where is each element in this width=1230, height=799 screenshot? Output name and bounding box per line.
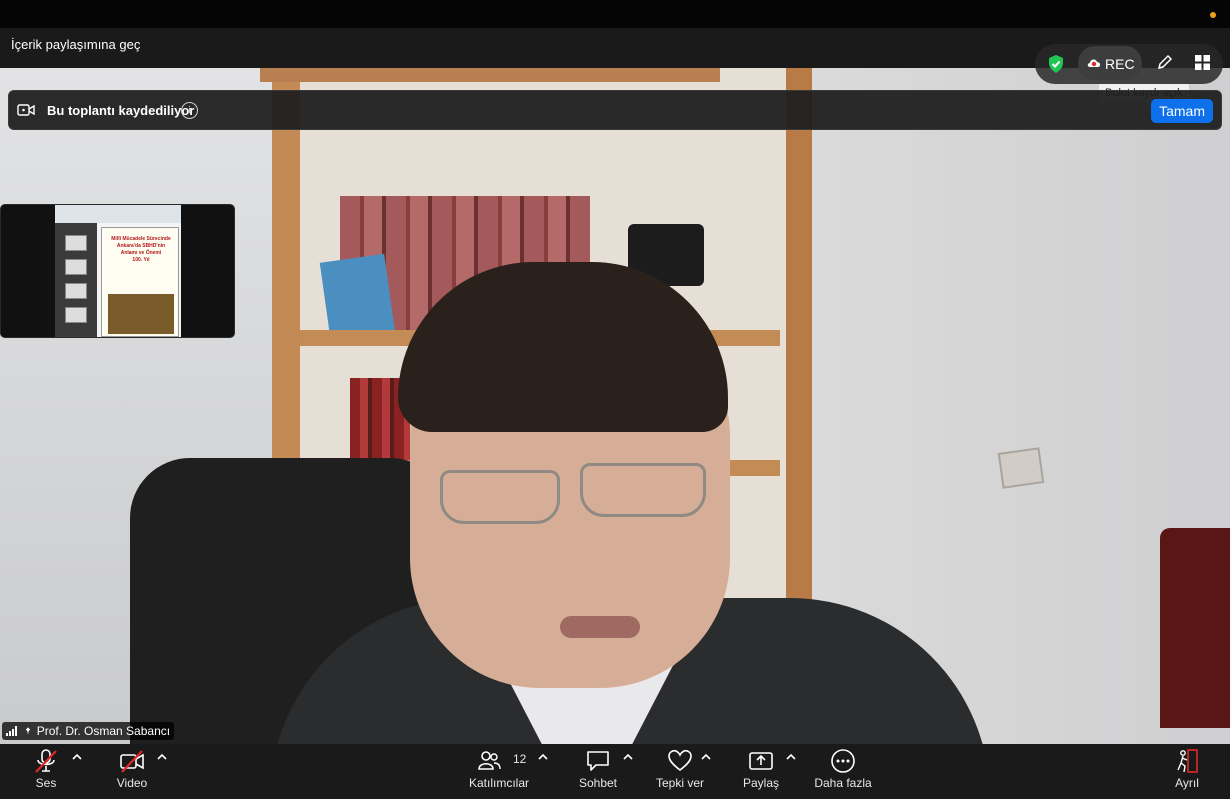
top-strip: [0, 0, 1230, 28]
presentation-slide: Millî Mücadele Sürecinde Ankara'da SBHD'…: [101, 227, 179, 337]
chevron-up-icon[interactable]: [700, 752, 712, 762]
indicator-dot: [1210, 12, 1216, 18]
leave-icon: [1177, 749, 1198, 773]
microphone-muted-icon: [35, 749, 57, 773]
heart-icon: [668, 749, 692, 772]
share-content-link[interactable]: İçerik paylaşımına geç: [11, 37, 140, 52]
slide-subtitle: 100. Yıl: [132, 257, 150, 263]
speaker-name: Prof. Dr. Osman Sabancı: [36, 724, 171, 738]
video-off-icon: [120, 750, 144, 773]
chat-icon: [587, 751, 609, 771]
leave-button[interactable]: Ayrıl: [1163, 744, 1211, 799]
audio-label: Ses: [35, 776, 57, 790]
video-button[interactable]: Video: [104, 744, 160, 799]
react-label: Tepki ver: [655, 776, 705, 790]
share-screen-icon: [749, 752, 773, 770]
chat-label: Sohbet: [578, 776, 618, 790]
pin-icon: [26, 727, 31, 735]
participants-button[interactable]: 12 Katılımcılar: [462, 744, 536, 799]
signal-icon: [6, 726, 17, 736]
more-button[interactable]: Daha fazla: [808, 744, 878, 799]
speaker-name-tag: Prof. Dr. Osman Sabancı: [2, 722, 175, 740]
camera-icon: [17, 104, 35, 116]
chevron-up-icon[interactable]: [622, 752, 634, 762]
slide-title: Millî Mücadele Sürecinde Ankara'da SBHD'…: [111, 236, 171, 256]
chevron-up-icon[interactable]: [537, 752, 549, 762]
cloud-icon: [1087, 59, 1101, 67]
ok-button[interactable]: Tamam: [1151, 99, 1213, 123]
shared-screen-thumbnail[interactable]: Millî Mücadele Sürecinde Ankara'da SBHD'…: [0, 204, 235, 338]
meeting-toolbar: Ses Video 12 Katılımcılar Sohbet Tepki v…: [0, 744, 1230, 799]
more-icon: [831, 749, 855, 773]
grid-icon[interactable]: [1195, 55, 1210, 70]
more-label: Daha fazla: [814, 776, 872, 790]
audio-button[interactable]: Ses: [18, 744, 74, 799]
recording-banner: Bu toplantı kaydediliyor i Tamam: [8, 90, 1222, 130]
rec-label: REC: [1105, 56, 1135, 72]
shield-icon[interactable]: [1047, 54, 1065, 74]
pen-icon[interactable]: [1156, 53, 1174, 71]
recording-banner-text: Bu toplantı kaydediliyor: [47, 103, 195, 118]
chevron-up-icon[interactable]: [71, 752, 83, 762]
speaker-video: [0, 68, 1230, 744]
info-icon[interactable]: i: [181, 102, 198, 119]
participants-label: Katılımcılar: [468, 776, 529, 790]
share-label: Paylaş: [742, 776, 780, 790]
share-button[interactable]: Paylaş: [733, 744, 789, 799]
chevron-up-icon[interactable]: [785, 752, 797, 762]
participants-count: 12: [513, 752, 527, 766]
slide-photo: [108, 294, 174, 334]
leave-label: Ayrıl: [1175, 776, 1199, 790]
chevron-up-icon[interactable]: [156, 752, 168, 762]
video-label: Video: [116, 776, 148, 790]
participants-icon: [477, 751, 501, 770]
chat-button[interactable]: Sohbet: [570, 744, 626, 799]
